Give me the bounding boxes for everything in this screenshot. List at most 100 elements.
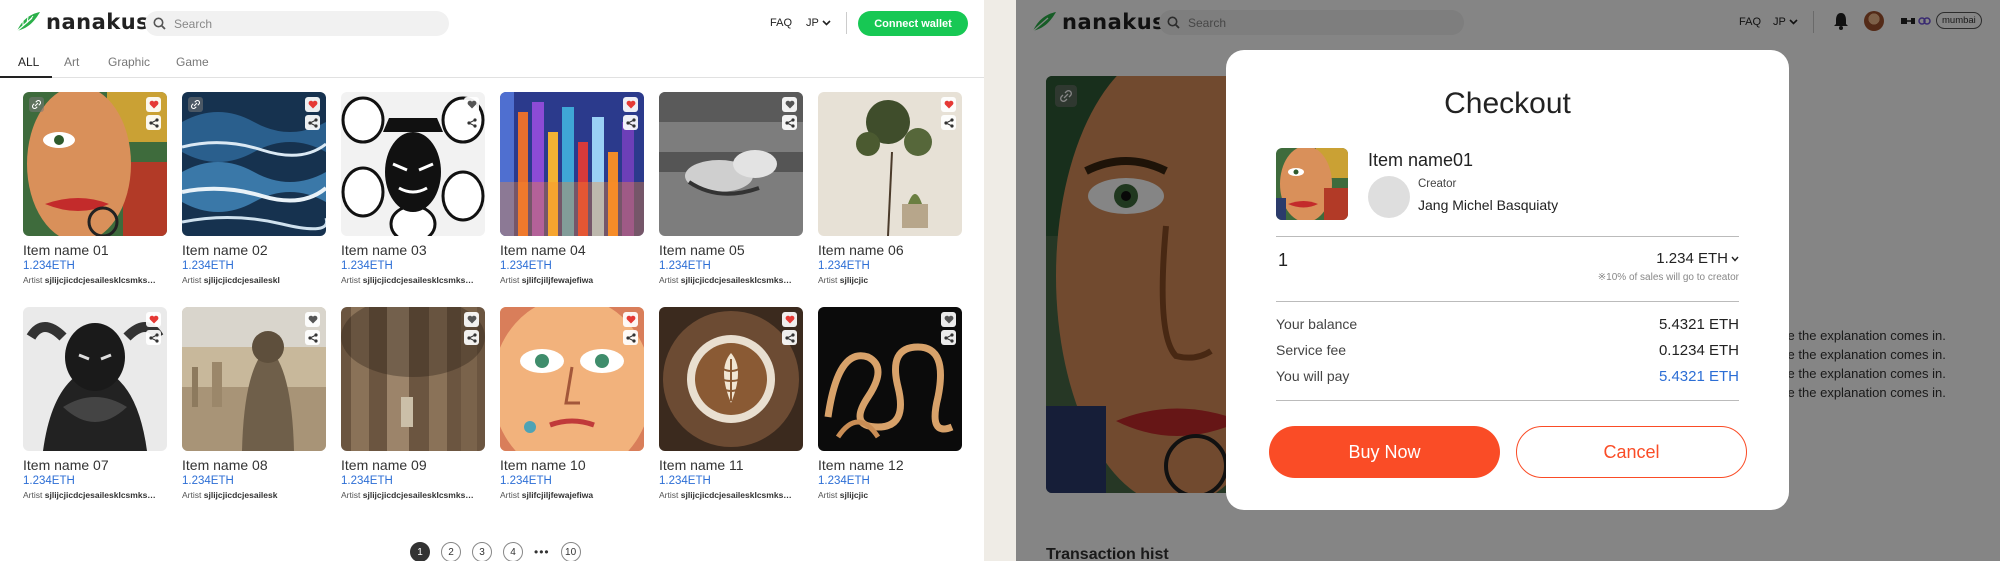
artist-name[interactable]: sjlijcjic (840, 275, 868, 285)
item-thumbnail[interactable] (182, 307, 326, 451)
artist-name[interactable]: sjlijcjicdcjesaileskIcsmks… (45, 490, 156, 500)
share-icon[interactable] (305, 115, 320, 130)
page-button-1[interactable]: 1 (410, 542, 430, 561)
item-name[interactable]: Item name 01 (23, 242, 167, 258)
item-thumbnail[interactable] (818, 92, 962, 236)
heart-icon[interactable] (941, 97, 956, 112)
item-thumbnail[interactable] (341, 307, 485, 451)
item-name[interactable]: Item name 06 (818, 242, 962, 258)
item-artist[interactable]: Artist sjlijcjicdcjesaileskl (182, 275, 326, 285)
connect-wallet-button[interactable]: Connect wallet (858, 11, 968, 36)
item-artist[interactable]: Artist sjlijcjic (818, 490, 962, 500)
item-artist[interactable]: Artist sjlifcjiljfewajefiwa (500, 275, 644, 285)
share-icon[interactable] (464, 330, 479, 345)
page-button-3[interactable]: 3 (472, 542, 492, 561)
heart-icon[interactable] (464, 97, 479, 112)
tab-graphic[interactable]: Graphic (108, 55, 150, 69)
item-artist[interactable]: Artist sjlijcjicdcjesaileskIcsmks… (23, 490, 167, 500)
item-card[interactable]: Item name 11 1.234ETH Artist sjlijcjicdcje… (659, 307, 803, 500)
quantity-field[interactable]: 1 (1278, 250, 1288, 271)
page-button-2[interactable]: 2 (441, 542, 461, 561)
artist-name[interactable]: sjlijcjicdcjesaileskIcsmks… (45, 275, 156, 285)
item-card[interactable]: Item name 10 1.234ETH Artist sjlifcjiljfew… (500, 307, 644, 500)
item-thumbnail[interactable] (23, 92, 167, 236)
share-icon[interactable] (305, 330, 320, 345)
item-artist[interactable]: Artist sjlifcjiljfewajefiwa (500, 490, 644, 500)
artist-name[interactable]: sjlijcjicdcjesaileskIcsmks… (681, 275, 792, 285)
price-selector[interactable]: 1.234 ETH (1656, 250, 1739, 267)
heart-icon[interactable] (782, 97, 797, 112)
heart-icon[interactable] (464, 312, 479, 327)
artist-name[interactable]: sjlijcjicdcjesailesk (204, 490, 278, 500)
cancel-button[interactable]: Cancel (1516, 426, 1747, 478)
search-bar[interactable] (145, 11, 449, 36)
item-thumbnail[interactable] (500, 307, 644, 451)
faq-link[interactable]: FAQ (770, 17, 792, 29)
item-thumbnail[interactable] (182, 92, 326, 236)
item-name[interactable]: Item name 07 (23, 457, 167, 473)
share-icon[interactable] (623, 330, 638, 345)
page-button-4[interactable]: 4 (503, 542, 523, 561)
item-name[interactable]: Item name 05 (659, 242, 803, 258)
item-card[interactable]: Item name 04 1.234ETH Artist sjlifcjiljfew… (500, 92, 644, 285)
item-thumbnail[interactable] (659, 307, 803, 451)
buy-now-button[interactable]: Buy Now (1269, 426, 1500, 478)
item-artist[interactable]: Artist sjlijcjicdcjesaileskIcsmks… (341, 490, 485, 500)
logo[interactable]: nanakusa (14, 10, 164, 34)
item-name[interactable]: Item name 08 (182, 457, 326, 473)
share-icon[interactable] (782, 330, 797, 345)
artist-name[interactable]: sjlijcjicdcjesaileskIcsmks… (363, 490, 474, 500)
share-icon[interactable] (146, 115, 161, 130)
link-icon[interactable] (29, 97, 44, 112)
artist-name[interactable]: sjlijcjicdcjesaileskl (204, 275, 280, 285)
tab-art[interactable]: Art (64, 55, 79, 69)
artist-name[interactable]: sjlifcjiljfewajefiwa (522, 275, 593, 285)
share-icon[interactable] (623, 115, 638, 130)
item-artist[interactable]: Artist sjlijcjicdcjesaileskIcsmks… (659, 275, 803, 285)
item-thumbnail[interactable] (341, 92, 485, 236)
item-card[interactable]: Item name 12 1.234ETH Artist sjlijcjic (818, 307, 962, 500)
item-artist[interactable]: Artist sjlijcjicdcjesaileskIcsmks… (659, 490, 803, 500)
share-icon[interactable] (941, 115, 956, 130)
item-card[interactable]: Item name 05 1.234ETH Artist sjlijcjicdcje… (659, 92, 803, 285)
item-name[interactable]: Item name 12 (818, 457, 962, 473)
tab-game[interactable]: Game (176, 55, 209, 69)
share-icon[interactable] (464, 115, 479, 130)
heart-icon[interactable] (623, 312, 638, 327)
item-name[interactable]: Item name 10 (500, 457, 644, 473)
item-thumbnail[interactable] (659, 92, 803, 236)
heart-icon[interactable] (305, 97, 320, 112)
item-thumbnail[interactable] (500, 92, 644, 236)
heart-icon[interactable] (146, 312, 161, 327)
share-icon[interactable] (782, 115, 797, 130)
tab-all[interactable]: ALL (18, 55, 39, 69)
artist-name[interactable]: sjlijcjicdcjesaileskIcsmks… (363, 275, 474, 285)
heart-icon[interactable] (623, 97, 638, 112)
search-input[interactable] (174, 16, 424, 31)
heart-icon[interactable] (941, 312, 956, 327)
item-name[interactable]: Item name 02 (182, 242, 326, 258)
language-selector[interactable]: JP (806, 17, 831, 29)
page-button-last[interactable]: 10 (560, 542, 581, 561)
item-artist[interactable]: Artist sjlijcjicdcjesaileskIcsmks… (341, 275, 485, 285)
heart-icon[interactable] (305, 312, 320, 327)
artist-name[interactable]: sjlifcjiljfewajefiwa (522, 490, 593, 500)
item-card[interactable]: Item name 06 1.234ETH Artist sjlijcjic (818, 92, 962, 285)
item-thumbnail[interactable] (818, 307, 962, 451)
item-thumbnail[interactable] (23, 307, 167, 451)
item-name[interactable]: Item name 09 (341, 457, 485, 473)
item-card[interactable]: Item name 03 1.234ETH Artist sjlijcjicdcje… (341, 92, 485, 285)
item-card[interactable]: Item name 07 1.234ETH Artist sjlijcjicdcje… (23, 307, 167, 500)
link-icon[interactable] (188, 97, 203, 112)
item-card[interactable]: Item name 08 1.234ETH Artist sjlijcjicdcje… (182, 307, 326, 500)
item-name[interactable]: Item name 11 (659, 457, 803, 473)
heart-icon[interactable] (146, 97, 161, 112)
heart-icon[interactable] (782, 312, 797, 327)
artist-name[interactable]: sjlijcjic (840, 490, 868, 500)
item-card[interactable]: Item name 01 1.234ETH Artist sjlijcjicdcje… (23, 92, 167, 285)
share-icon[interactable] (941, 330, 956, 345)
item-artist[interactable]: Artist sjlijcjic (818, 275, 962, 285)
share-icon[interactable] (146, 330, 161, 345)
artist-name[interactable]: sjlijcjicdcjesaileskIcsmks… (681, 490, 792, 500)
item-card[interactable]: Item name 02 1.234ETH Artist sjlijcjicdcje… (182, 92, 326, 285)
